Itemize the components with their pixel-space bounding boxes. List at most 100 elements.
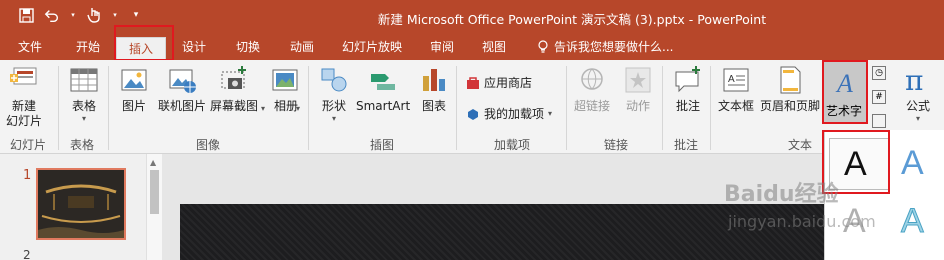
tab-insert[interactable]: 插入 (116, 37, 166, 60)
chart-label: 图表 (421, 99, 446, 113)
screenshot-label: 屏幕截图 (210, 99, 259, 113)
screenshot-button[interactable]: 屏幕截图 (210, 64, 258, 114)
wordart-style-4-text: A (901, 202, 925, 241)
album-dropdown-icon[interactable]: ▾ (296, 104, 300, 113)
title-bar: ▾ ▾ ▾ 新建 Microsoft Office PowerPoint 演示文… (0, 0, 944, 34)
addins-icon (468, 108, 478, 120)
group-slides-label: 幻灯片 (10, 138, 47, 152)
group-images-label: 图像 (196, 138, 221, 152)
slide-thumbnail[interactable] (36, 168, 126, 240)
table-label: 表格 (71, 99, 96, 113)
svg-text:A: A (728, 74, 735, 85)
header-footer-label: 页眉和页脚 (760, 99, 821, 113)
picture-button[interactable]: 图片 (118, 64, 150, 114)
comment-icon (675, 66, 700, 93)
action-label: 动作 (625, 99, 650, 113)
slide-number-icon[interactable]: # (872, 90, 886, 104)
online-picture-button[interactable]: 联机图片 (158, 64, 206, 114)
shapes-button[interactable]: 形状 ▾ (318, 64, 350, 123)
textbox-label: 文本框 (718, 99, 755, 113)
group-illustrations-label: 插图 (370, 138, 395, 152)
store-label: 应用商店 (484, 76, 533, 90)
object-icon[interactable] (872, 114, 886, 128)
slide-number-2: 2 (23, 248, 31, 260)
ribbon: 新建 幻灯片 幻灯片 表格 ▾ 表格 图片 联机图片 屏幕截图 ▾ 相册 ▾ 图… (0, 60, 944, 154)
hyperlink-icon (581, 68, 603, 90)
equation-dropdown-icon: ▾ (915, 114, 920, 123)
store-icon (467, 76, 479, 89)
new-slide-label: 新建 幻灯片 (6, 99, 43, 128)
smartart-icon (371, 74, 396, 90)
hyperlink-button[interactable]: 超链接 (574, 64, 610, 114)
lightbulb-icon (538, 40, 548, 53)
online-picture-label: 联机图片 (158, 99, 207, 113)
tab-home[interactable]: 开始 (62, 34, 114, 60)
textbox-button[interactable]: A 文本框 (718, 64, 754, 114)
ribbon-separator (710, 66, 711, 150)
wordart-style-2[interactable]: A (893, 138, 943, 190)
tab-review[interactable]: 审阅 (420, 34, 464, 60)
group-tables-label: 表格 (70, 138, 95, 152)
picture-label: 图片 (121, 99, 146, 113)
shapes-icon (321, 68, 347, 92)
online-picture-icon (169, 69, 196, 93)
smartart-label: SmartArt (356, 99, 411, 113)
group-comments-label: 批注 (674, 138, 699, 152)
my-addins-button[interactable]: 我的加载项 ▾ (466, 105, 552, 122)
window-title: 新建 Microsoft Office PowerPoint 演示文稿 (3).… (377, 12, 767, 27)
watermark-logo: Baidu经验 (724, 182, 839, 207)
new-slide-button[interactable]: 新建 幻灯片 (6, 64, 42, 129)
wordart-button[interactable]: A 艺术字 (822, 60, 868, 124)
header-footer-button[interactable]: 页眉和页脚 (760, 64, 820, 114)
table-dropdown-icon: ▾ (81, 114, 86, 123)
header-footer-icon (780, 66, 801, 94)
tab-design[interactable]: 设计 (172, 34, 216, 60)
table-icon (70, 68, 98, 92)
screenshot-dropdown-icon[interactable]: ▾ (261, 104, 265, 113)
scroll-up-icon[interactable]: ▲ (150, 158, 156, 167)
my-addins-label: 我的加载项 (484, 107, 545, 121)
svg-text:A: A (835, 69, 853, 98)
album-icon (272, 69, 298, 91)
tab-slideshow[interactable]: 幻灯片放映 (334, 34, 410, 60)
textbox-icon: A (723, 68, 749, 92)
action-button[interactable]: 动作 (622, 64, 654, 114)
tab-file[interactable]: 文件 (10, 34, 50, 60)
my-addins-dropdown-icon: ▾ (548, 109, 553, 118)
wordart-label: 艺术字 (826, 104, 863, 118)
group-addins-label: 加载项 (494, 138, 531, 152)
group-links-label: 链接 (604, 138, 629, 152)
tab-animations[interactable]: 动画 (280, 34, 324, 60)
tell-me-box[interactable]: 告诉我您想要做什么... (537, 34, 673, 60)
thumbnail-scrollbar[interactable]: ▲ (146, 154, 162, 260)
shapes-dropdown-icon: ▾ (331, 114, 336, 123)
smartart-button[interactable]: SmartArt (356, 64, 410, 114)
pi-icon: π (905, 64, 923, 96)
tell-me-text: 告诉我您想要做什么... (554, 40, 674, 54)
ribbon-separator (662, 66, 663, 150)
chart-button[interactable]: 图表 (418, 64, 450, 114)
ribbon-separator (308, 66, 309, 150)
screenshot-icon (221, 66, 246, 89)
date-time-icon[interactable]: ◷ (872, 66, 886, 80)
wordart-style-2-text: A (901, 144, 924, 182)
hyperlink-label: 超链接 (574, 99, 611, 113)
wordart-style-4[interactable]: A (893, 196, 943, 248)
equation-label: 公式 (905, 99, 930, 113)
ribbon-separator (108, 66, 109, 150)
store-button[interactable]: 应用商店 (466, 74, 532, 91)
chart-icon (423, 69, 445, 91)
watermark-url: jingyan.baidu.com (728, 212, 876, 231)
ribbon-separator (456, 66, 457, 150)
new-slide-icon (10, 67, 37, 85)
table-button[interactable]: 表格 ▾ (68, 64, 100, 123)
tab-transitions[interactable]: 切换 (226, 34, 270, 60)
scrollbar-thumb[interactable] (150, 170, 159, 214)
equation-button[interactable]: π 公式 ▾ (902, 64, 934, 123)
star-icon (625, 67, 651, 93)
ribbon-separator (566, 66, 567, 150)
album-label: 相册 (273, 99, 298, 113)
shapes-label: 形状 (321, 99, 346, 113)
tab-view[interactable]: 视图 (472, 34, 516, 60)
comment-button[interactable]: 批注 (672, 64, 704, 114)
